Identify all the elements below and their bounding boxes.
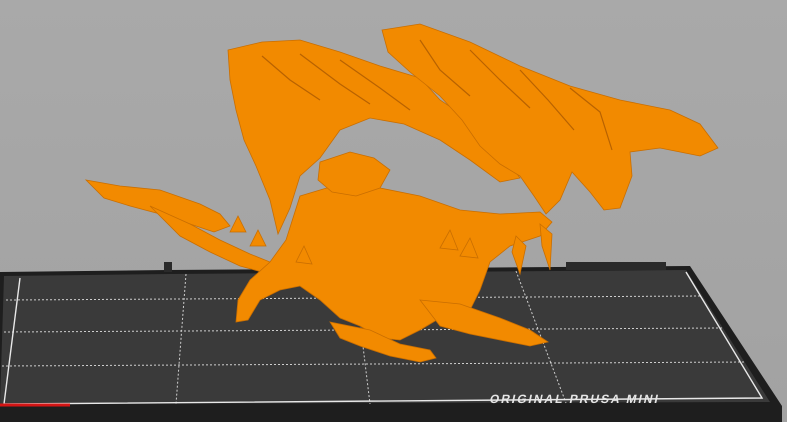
bed-clip-right	[566, 262, 666, 270]
bed-clip-left	[164, 262, 172, 272]
3d-viewport[interactable]: ORIGINAL PRUSA MINI	[0, 0, 787, 422]
bed-label: ORIGINAL PRUSA MINI	[488, 392, 662, 406]
scene-canvas[interactable]	[0, 0, 787, 422]
